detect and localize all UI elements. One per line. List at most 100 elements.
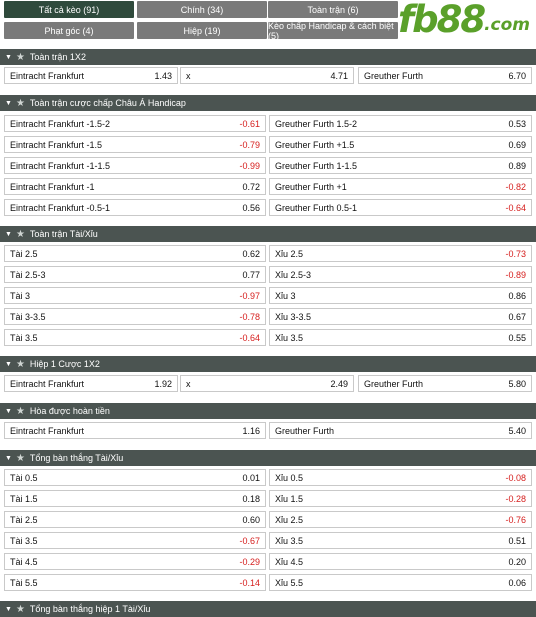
odds-value: -0.89 — [505, 269, 526, 280]
odds-cell[interactable]: Xỉu 5.5 0.06 — [269, 574, 532, 591]
odds-cell[interactable]: Tài 2.5 0.62 — [4, 245, 266, 262]
odds-value: -0.64 — [505, 202, 526, 213]
odds-cell[interactable]: Eintracht Frankfurt 1.16 — [4, 422, 266, 439]
odds-cell[interactable]: Xỉu 4.5 0.20 — [269, 553, 532, 570]
odds-cell[interactable]: Xỉu 2.5 -0.76 — [269, 511, 532, 528]
odds-cell[interactable]: Tài 3 -0.97 — [4, 287, 266, 304]
odds-cell[interactable]: Xỉu 2.5 -0.73 — [269, 245, 532, 262]
odds-cell[interactable]: Tài 3.5 -0.67 — [4, 532, 266, 549]
collapse-chevron-icon[interactable]: ▼ — [5, 408, 12, 415]
selection-label: Eintracht Frankfurt -1.5 — [10, 139, 103, 150]
section-header[interactable]: ▼ ★ Hiệp 1 Cược 1X2 — [0, 356, 536, 372]
favorite-star-icon[interactable]: ★ — [16, 453, 25, 464]
selection-label: Tài 0.5 — [10, 472, 38, 483]
collapse-chevron-icon[interactable]: ▼ — [5, 606, 12, 613]
odds-value: -0.82 — [505, 181, 526, 192]
odds-value: 5.80 — [508, 378, 526, 389]
odds-cell[interactable]: Eintracht Frankfurt -1.5 -0.79 — [4, 136, 266, 153]
odds-value: 0.55 — [508, 332, 526, 343]
selection-label: Xỉu 2.5 — [275, 514, 304, 525]
section-title: Toàn trận 1X2 — [29, 52, 86, 62]
section-header[interactable]: ▼ ★ Toàn trận 1X2 — [0, 49, 536, 65]
section-title: Hòa được hoàn tiền — [29, 406, 110, 416]
odds-cell[interactable]: Greuther Furth 5.40 — [269, 422, 532, 439]
odds-cell[interactable]: Xỉu 3-3.5 0.67 — [269, 308, 532, 325]
tab-4[interactable]: Phạt góc (4) — [4, 22, 134, 39]
odds-cell[interactable]: Tài 5.5 -0.14 — [4, 574, 266, 591]
odds-cell[interactable]: Eintracht Frankfurt -1 0.72 — [4, 178, 266, 195]
selection-label: Xỉu 2.5 — [275, 248, 304, 259]
section-header[interactable]: ▼ ★ Hòa được hoàn tiền — [0, 403, 536, 419]
selection-label: Xỉu 3.5 — [275, 535, 304, 546]
odds-cell[interactable]: Tài 1.5 0.18 — [4, 490, 266, 507]
odds-cell[interactable]: Tài 3-3.5 -0.78 — [4, 308, 266, 325]
odds-value: 1.43 — [154, 70, 172, 81]
tab-0[interactable]: Tất cả kèo (91) — [4, 1, 134, 18]
section-header[interactable]: ▼ ★ Tổng bàn thắng hiệp 1 Tài/Xỉu — [0, 601, 536, 617]
collapse-chevron-icon[interactable]: ▼ — [5, 455, 12, 462]
odds-value: -0.73 — [505, 248, 526, 259]
selection-label: Xỉu 3-3.5 — [275, 311, 312, 322]
selection-label: Greuther Furth — [364, 70, 424, 81]
odds-cell[interactable]: Greuther Furth +1.5 0.69 — [269, 136, 532, 153]
tab-5[interactable]: Hiệp (19) — [137, 22, 267, 39]
collapse-chevron-icon[interactable]: ▼ — [5, 231, 12, 238]
odds-value: 0.01 — [242, 472, 260, 483]
odds-cell[interactable]: Eintracht Frankfurt 1.43 — [4, 67, 178, 84]
odds-cell[interactable]: Eintracht Frankfurt 1.92 — [4, 375, 178, 392]
odds-cell[interactable]: Xỉu 0.5 -0.08 — [269, 469, 532, 486]
odds-cell[interactable]: Xỉu 1.5 -0.28 — [269, 490, 532, 507]
tab-6[interactable]: Kèo chấp Handicap & cách biệt (5) — [268, 21, 398, 41]
collapse-chevron-icon[interactable]: ▼ — [5, 54, 12, 61]
favorite-star-icon[interactable]: ★ — [16, 359, 25, 370]
favorite-star-icon[interactable]: ★ — [16, 98, 25, 109]
selection-label: Eintracht Frankfurt -1-1.5 — [10, 160, 111, 171]
favorite-star-icon[interactable]: ★ — [16, 229, 25, 240]
selection-label: Xỉu 5.5 — [275, 577, 304, 588]
odds-cell[interactable]: Tài 3.5 -0.64 — [4, 329, 266, 346]
odds-cell[interactable]: Xỉu 3.5 0.55 — [269, 329, 532, 346]
selection-label: Eintracht Frankfurt — [10, 425, 85, 436]
favorite-star-icon[interactable]: ★ — [16, 604, 25, 615]
odds-cell[interactable]: x 2.49 — [180, 375, 354, 392]
odds-value: 0.77 — [242, 269, 260, 280]
selection-label: Greuther Furth — [275, 425, 335, 436]
odds-value: 5.40 — [508, 425, 526, 436]
collapse-chevron-icon[interactable]: ▼ — [5, 100, 12, 107]
selection-label: Greuther Furth +1 — [275, 181, 347, 192]
odds-cell[interactable]: Tài 2.5-3 0.77 — [4, 266, 266, 283]
section-title: Hiệp 1 Cược 1X2 — [29, 359, 100, 369]
odds-cell[interactable]: Tài 4.5 -0.29 — [4, 553, 266, 570]
odds-cell[interactable]: Eintracht Frankfurt -0.5-1 0.56 — [4, 199, 266, 216]
section-title: Toàn trận cược chấp Châu Á Handicap — [29, 98, 186, 108]
tab-2[interactable]: Toàn trận (6) — [268, 1, 398, 18]
odds-cell[interactable]: Greuther Furth 1.5-2 0.53 — [269, 115, 532, 132]
odds-cell[interactable]: Xỉu 3 0.86 — [269, 287, 532, 304]
collapse-chevron-icon[interactable]: ▼ — [5, 361, 12, 368]
odds-cell[interactable]: Greuther Furth +1 -0.82 — [269, 178, 532, 195]
odds-cell[interactable]: Xỉu 2.5-3 -0.89 — [269, 266, 532, 283]
selection-label: x — [186, 70, 191, 81]
tab-1[interactable]: Chính (34) — [137, 1, 267, 18]
odds-cell[interactable]: Eintracht Frankfurt -1-1.5 -0.99 — [4, 157, 266, 174]
selection-label: Greuther Furth +1.5 — [275, 139, 355, 150]
odds-cell[interactable]: Tài 2.5 0.60 — [4, 511, 266, 528]
odds-cell[interactable]: Eintracht Frankfurt -1.5-2 -0.61 — [4, 115, 266, 132]
odds-cell[interactable]: Greuther Furth 6.70 — [358, 67, 532, 84]
odds-cell[interactable]: x 4.71 — [180, 67, 354, 84]
favorite-star-icon[interactable]: ★ — [16, 52, 25, 63]
odds-cell[interactable]: Tài 0.5 0.01 — [4, 469, 266, 486]
odds-value: 0.60 — [242, 514, 260, 525]
odds-value: -0.67 — [239, 535, 260, 546]
odds-value: 1.92 — [154, 378, 172, 389]
odds-cell[interactable]: Greuther Furth 5.80 — [358, 375, 532, 392]
odds-value: -0.78 — [239, 311, 260, 322]
selection-label: Tài 2.5-3 — [10, 269, 46, 280]
odds-cell[interactable]: Greuther Furth 0.5-1 -0.64 — [269, 199, 532, 216]
favorite-star-icon[interactable]: ★ — [16, 406, 25, 417]
section-header[interactable]: ▼ ★ Tổng bàn thắng Tài/Xỉu — [0, 450, 536, 466]
odds-cell[interactable]: Xỉu 3.5 0.51 — [269, 532, 532, 549]
section-header[interactable]: ▼ ★ Toàn trận Tài/Xỉu — [0, 226, 536, 242]
section-header[interactable]: ▼ ★ Toàn trận cược chấp Châu Á Handicap — [0, 95, 536, 111]
odds-cell[interactable]: Greuther Furth 1-1.5 0.89 — [269, 157, 532, 174]
